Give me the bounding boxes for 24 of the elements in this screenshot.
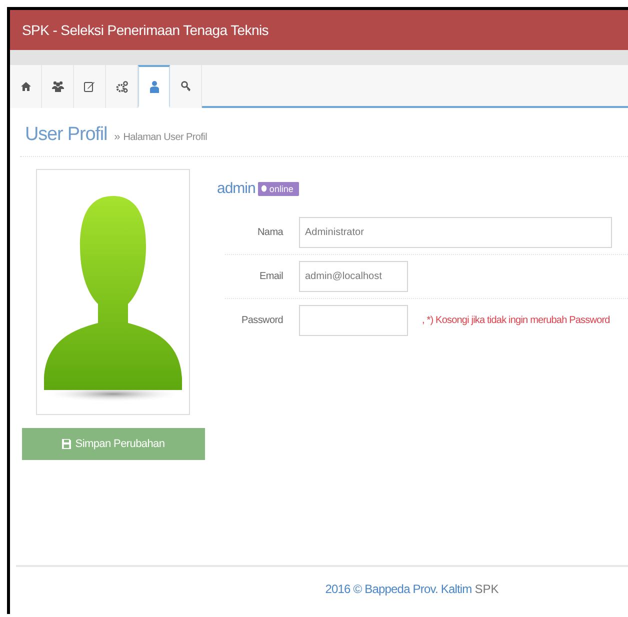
status-badge: online <box>258 182 300 196</box>
username: admin <box>217 180 256 197</box>
gears-icon <box>116 80 128 92</box>
edit-icon <box>84 81 95 92</box>
status-dot-icon <box>261 185 268 192</box>
page-title: User Profil <box>25 124 108 146</box>
app-title: SPK - Seleksi Penerimaan Tenaga Teknis <box>22 22 268 38</box>
save-button[interactable]: Simpan Perubahan <box>22 428 205 460</box>
input-field[interactable] <box>299 305 408 336</box>
home-icon <box>20 82 30 91</box>
field-label: Password <box>240 315 283 326</box>
breadcrumb: Halaman User Profil <box>123 132 207 143</box>
footer-link[interactable]: 2016 © Bappeda Prov. Kaltim <box>325 582 472 596</box>
footer-text: SPK <box>474 582 499 596</box>
nav-tab[interactable] <box>138 65 170 108</box>
field-label: Email <box>258 271 283 282</box>
field-label: Nama <box>256 227 283 238</box>
breadcrumb-separator: » <box>114 131 120 143</box>
user-icon <box>150 80 158 92</box>
input-field[interactable]: admin@localhost <box>299 261 408 292</box>
input-field[interactable]: Administrator <box>299 217 612 248</box>
key-icon <box>180 81 190 92</box>
users-icon <box>52 81 64 92</box>
hint-text: , *) Kosongi jika tidak ingin merubah Password <box>422 315 610 326</box>
